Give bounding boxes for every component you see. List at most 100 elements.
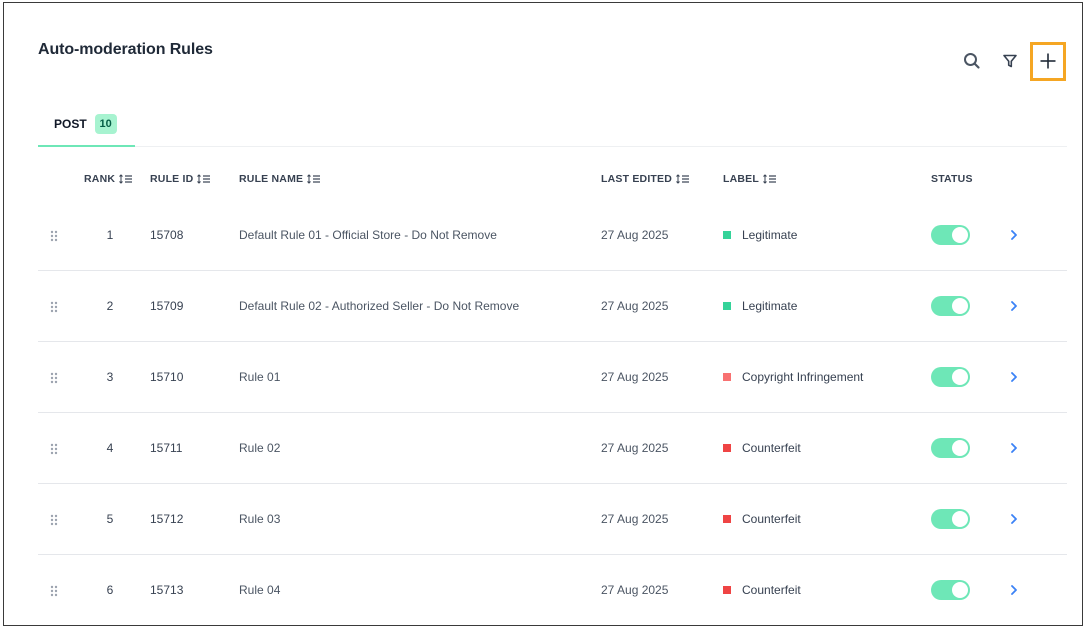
- rule-id-cell: 15712: [150, 512, 184, 526]
- chevron-right-icon[interactable]: [1010, 228, 1018, 246]
- column-label: RULE NAME: [239, 173, 304, 185]
- table-row[interactable]: 3 15710 Rule 01 27 Aug 2025 Copyright In…: [38, 342, 1067, 413]
- drag-handle-icon[interactable]: [50, 442, 58, 460]
- filter-icon: [1003, 54, 1017, 68]
- rule-id-cell: 15709: [150, 299, 184, 313]
- label-color-swatch: [723, 302, 731, 310]
- status-toggle[interactable]: [931, 225, 970, 245]
- sort-icon[interactable]: [307, 174, 321, 184]
- last-edited-cell: 27 Aug 2025: [601, 228, 669, 242]
- drag-handle-icon[interactable]: [50, 229, 58, 247]
- column-label: LAST EDITED: [601, 173, 673, 185]
- label-color-swatch: [723, 373, 731, 381]
- rules-panel: Auto-moderation Rules POST 10 RANK RULE …: [3, 2, 1083, 626]
- label-cell: Copyright Infringement: [723, 370, 863, 384]
- tab-post-label: POST: [54, 117, 87, 131]
- tab-bar: POST 10: [38, 103, 1067, 147]
- label-text: Counterfeit: [742, 512, 801, 526]
- rank-cell: 1: [106, 228, 114, 242]
- chevron-right-icon[interactable]: [1010, 299, 1018, 317]
- rank-cell: 4: [106, 441, 114, 455]
- rule-id-cell: 15710: [150, 370, 184, 384]
- column-label: RULE ID: [150, 173, 194, 185]
- rank-cell: 6: [106, 583, 114, 597]
- search-button[interactable]: [954, 41, 990, 81]
- sort-icon[interactable]: [119, 174, 133, 184]
- search-icon: [964, 53, 980, 69]
- rank-cell: 5: [106, 512, 114, 526]
- label-cell: Legitimate: [723, 299, 797, 313]
- drag-handle-icon[interactable]: [50, 371, 58, 389]
- table-header: RANK RULE ID RULE NAME LAST EDITED LABEL…: [38, 165, 1067, 195]
- column-header-last-edited: LAST EDITED: [601, 173, 690, 185]
- rule-id-cell: 15711: [150, 441, 183, 455]
- label-text: Legitimate: [742, 299, 798, 313]
- sort-icon[interactable]: [197, 174, 211, 184]
- label-text: Counterfeit: [742, 583, 801, 597]
- rule-name-cell: Default Rule 02 - Authorized Seller - Do…: [239, 299, 520, 313]
- rules-table-body: 1 15708 Default Rule 01 - Official Store…: [38, 200, 1067, 625]
- rule-id-cell: 15708: [150, 228, 184, 242]
- chevron-right-icon[interactable]: [1010, 583, 1018, 601]
- sort-icon[interactable]: [763, 174, 777, 184]
- plus-icon: [1040, 53, 1056, 69]
- label-text: Legitimate: [742, 228, 798, 242]
- rule-name-cell: Default Rule 01 - Official Store - Do No…: [239, 228, 497, 242]
- rule-name-cell: Rule 02: [239, 441, 281, 455]
- status-toggle[interactable]: [931, 367, 970, 387]
- filter-button[interactable]: [992, 41, 1028, 81]
- toggle-knob: [952, 511, 968, 527]
- table-row[interactable]: 4 15711 Rule 02 27 Aug 2025 Counterfeit: [38, 413, 1067, 484]
- rank-cell: 3: [106, 370, 114, 384]
- label-cell: Counterfeit: [723, 583, 801, 597]
- toggle-knob: [952, 298, 968, 314]
- column-header-label: LABEL: [723, 173, 777, 185]
- table-row[interactable]: 5 15712 Rule 03 27 Aug 2025 Counterfeit: [38, 484, 1067, 555]
- drag-handle-icon[interactable]: [50, 584, 58, 602]
- last-edited-cell: 27 Aug 2025: [601, 299, 669, 313]
- toggle-knob: [952, 369, 968, 385]
- toggle-knob: [952, 440, 968, 456]
- rule-name-cell: Rule 03: [239, 512, 281, 526]
- drag-handle-icon[interactable]: [50, 300, 58, 318]
- label-cell: Counterfeit: [723, 512, 801, 526]
- page-title: Auto-moderation Rules: [38, 41, 213, 58]
- column-label: STATUS: [931, 173, 973, 185]
- status-toggle[interactable]: [931, 438, 970, 458]
- label-color-swatch: [723, 444, 731, 452]
- toggle-knob: [952, 582, 968, 598]
- sort-icon[interactable]: [676, 174, 690, 184]
- column-label: RANK: [84, 173, 116, 185]
- drag-handle-icon[interactable]: [50, 513, 58, 531]
- label-cell: Legitimate: [723, 228, 797, 242]
- label-color-swatch: [723, 515, 731, 523]
- last-edited-cell: 27 Aug 2025: [601, 583, 669, 597]
- rule-name-cell: Rule 01: [239, 370, 281, 384]
- column-header-rule-id: RULE ID: [150, 173, 211, 185]
- tab-post[interactable]: POST 10: [38, 103, 135, 147]
- label-text: Counterfeit: [742, 441, 801, 455]
- chevron-right-icon[interactable]: [1010, 512, 1018, 530]
- status-toggle[interactable]: [931, 296, 970, 316]
- table-row[interactable]: 6 15713 Rule 04 27 Aug 2025 Counterfeit: [38, 555, 1067, 625]
- label-color-swatch: [723, 586, 731, 594]
- last-edited-cell: 27 Aug 2025: [601, 370, 669, 384]
- last-edited-cell: 27 Aug 2025: [601, 441, 669, 455]
- toolbar: [952, 41, 1066, 81]
- status-toggle[interactable]: [931, 580, 970, 600]
- table-row[interactable]: 1 15708 Default Rule 01 - Official Store…: [38, 200, 1067, 271]
- toggle-knob: [952, 227, 968, 243]
- rule-id-cell: 15713: [150, 583, 184, 597]
- column-label: LABEL: [723, 173, 759, 185]
- add-rule-button[interactable]: [1030, 41, 1066, 81]
- last-edited-cell: 27 Aug 2025: [601, 512, 669, 526]
- label-color-swatch: [723, 231, 731, 239]
- chevron-right-icon[interactable]: [1010, 441, 1018, 459]
- column-header-rule-name: RULE NAME: [239, 173, 321, 185]
- rank-cell: 2: [106, 299, 114, 313]
- status-toggle[interactable]: [931, 509, 970, 529]
- label-cell: Counterfeit: [723, 441, 801, 455]
- column-header-status: STATUS: [931, 173, 973, 185]
- chevron-right-icon[interactable]: [1010, 370, 1018, 388]
- table-row[interactable]: 2 15709 Default Rule 02 - Authorized Sel…: [38, 271, 1067, 342]
